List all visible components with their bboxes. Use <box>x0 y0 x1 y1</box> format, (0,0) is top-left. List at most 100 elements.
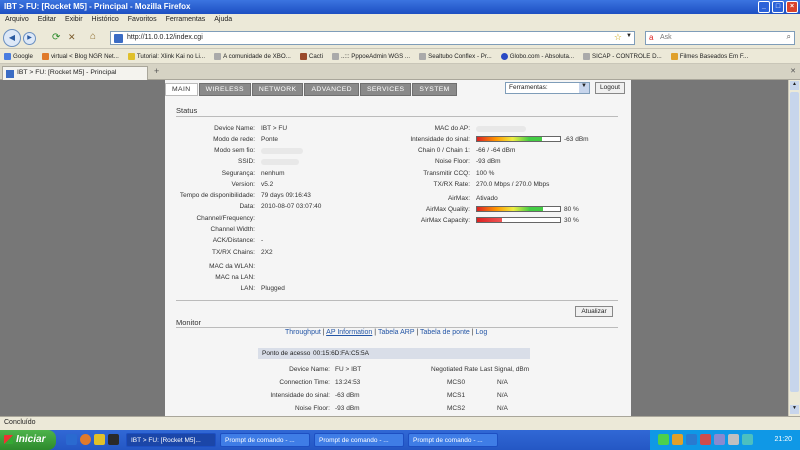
value-ccq: 100 % <box>476 170 495 177</box>
vertical-scrollbar[interactable]: ▲ ▼ <box>788 80 800 416</box>
menu-favoritos[interactable]: Favoritos <box>128 16 157 25</box>
redacted-value <box>261 148 303 154</box>
maximize-button[interactable]: □ <box>772 1 784 13</box>
label-signal: Intensidade do sinal: <box>410 136 470 143</box>
dropdown-icon[interactable]: ▼ <box>626 33 632 39</box>
firefox-quicklaunch-icon[interactable] <box>80 434 91 445</box>
label-chains: Chain 0 / Chain 1: <box>417 147 470 154</box>
scroll-thumb[interactable] <box>790 92 799 392</box>
tab-system[interactable]: SYSTEM <box>412 83 457 96</box>
reload-icon[interactable]: ⟳ <box>52 32 60 43</box>
menu-editar[interactable]: Editar <box>38 16 56 25</box>
tab-wireless[interactable]: WIRELESS <box>198 83 251 96</box>
logout-button[interactable]: Logout <box>595 82 625 94</box>
url-bar[interactable]: http://11.0.0.12/index.cgi ☆ ▼ <box>110 31 635 45</box>
bookmark-star-icon[interactable]: ☆ <box>614 32 622 43</box>
start-button[interactable]: Iniciar <box>0 430 56 450</box>
value-modo-rede: Ponte <box>261 136 278 143</box>
cmd-quicklaunch-icon[interactable] <box>108 434 119 445</box>
airmax-capacity-fill <box>477 218 502 222</box>
bookmark-tutorial[interactable]: Tutorial: Xlink Kai no Li... <box>127 52 205 60</box>
bookmark-filmes[interactable]: Filmes Baseados Em F... <box>670 52 748 60</box>
ie-quicklaunch-icon[interactable] <box>66 434 77 445</box>
taskbar-firefox[interactable]: IBT > FU: [Rocket M5]... <box>126 433 216 447</box>
rate-mcs1: MCS1 <box>447 392 466 399</box>
monitor-value-device-name: FU > IBT <box>335 366 362 373</box>
tab-close-icon[interactable]: ✕ <box>790 67 796 75</box>
value-lan: Plugged <box>261 285 285 292</box>
network-tray-icon[interactable] <box>658 434 669 445</box>
security-tray-icon[interactable] <box>728 434 739 445</box>
update-tray-icon[interactable] <box>742 434 753 445</box>
refresh-button[interactable]: Atualizar <box>575 306 613 317</box>
back-button[interactable]: ◀ <box>3 29 21 47</box>
monitor-label-device-name: Device Name: <box>289 366 330 373</box>
folder-quicklaunch-icon[interactable] <box>94 434 105 445</box>
minimize-button[interactable]: _ <box>758 1 770 13</box>
ask-logo-icon: a <box>649 33 654 42</box>
value-data: 2010-08-07 03:07:40 <box>261 203 322 210</box>
tab-main[interactable]: MAIN <box>165 83 198 96</box>
bookmark-globo[interactable]: Globo.com - Absoluta... <box>500 52 574 60</box>
menu-ferramentas[interactable]: Ferramentas <box>166 16 206 25</box>
scroll-down-icon[interactable]: ▼ <box>790 405 799 414</box>
bookmark-pppoeadmin[interactable]: ..::: PppoeAdmin WGS ... <box>331 52 410 60</box>
tools-select[interactable]: Ferramentas: ▼ <box>505 82 590 94</box>
new-tab-button[interactable]: + <box>154 66 159 76</box>
forward-button[interactable]: ▶ <box>23 32 36 45</box>
search-icon[interactable]: ⌕ <box>787 32 791 42</box>
label-mac-wlan: MAC da WLAN: <box>209 263 255 270</box>
link-tabela-ponte[interactable]: Tabela de ponte <box>420 329 470 336</box>
menu-arquivo[interactable]: Arquivo <box>5 16 29 25</box>
airos-page: MAIN WIRELESS NETWORK ADVANCED SERVICES … <box>165 80 631 416</box>
menu-historico[interactable]: Histórico <box>92 16 119 25</box>
rate-mcs0: MCS0 <box>447 379 466 386</box>
status-bottom-divider <box>176 300 618 301</box>
antivirus-tray-icon[interactable] <box>700 434 711 445</box>
cacti-icon <box>299 52 307 60</box>
rate-mcs2-signal: N/A <box>497 405 508 412</box>
tab-advanced[interactable]: ADVANCED <box>304 83 359 96</box>
browser-tab-principal[interactable]: IBT > FU: [Rocket M5] - Principal <box>2 66 148 80</box>
taskbar-prompt-1[interactable]: Prompt de comando - ... <box>220 433 310 447</box>
tab-strip: IBT > FU: [Rocket M5] - Principal + ✕ <box>0 64 800 80</box>
status-text: Concluído <box>4 419 36 426</box>
globo-icon <box>500 52 508 60</box>
link-log[interactable]: Log <box>476 329 488 336</box>
link-ap-information[interactable]: AP Information <box>326 329 372 336</box>
tab-services[interactable]: SERVICES <box>359 83 412 96</box>
home-icon[interactable]: ⌂ <box>90 31 96 42</box>
bookmark-comunidade[interactable]: A comunidade de XBO... <box>214 52 291 60</box>
volume-tray-icon[interactable] <box>686 434 697 445</box>
stop-icon[interactable]: ✕ <box>68 32 76 43</box>
monitor-tray-icon[interactable] <box>714 434 725 445</box>
menu-ajuda[interactable]: Ajuda <box>214 16 232 25</box>
taskbar-prompt-3[interactable]: Prompt de comando - ... <box>408 433 498 447</box>
link-throughput[interactable]: Throughput <box>285 329 321 336</box>
folder-icon <box>670 52 678 60</box>
clock[interactable]: 21:20 <box>774 436 792 443</box>
value-txrx-rate: 270.0 Mbps / 270.0 Mbps <box>476 181 550 188</box>
label-ack-distance: ACK/Distance: <box>212 237 255 244</box>
window-title-bar[interactable]: IBT > FU: [Rocket M5] - Principal - Mozi… <box>0 0 800 14</box>
bookmark-sealtubo[interactable]: Sealtubo Conflex - Pr... <box>419 52 492 60</box>
link-tabela-arp[interactable]: Tabela ARP <box>378 329 414 336</box>
close-button[interactable]: × <box>786 1 798 13</box>
value-noise-floor: -93 dBm <box>476 158 501 165</box>
taskbar-prompt-2[interactable]: Prompt de comando - ... <box>314 433 404 447</box>
rate-mcs2: MCS2 <box>447 405 466 412</box>
bookmark-sicap[interactable]: SICAP - CONTROLE D... <box>583 52 662 60</box>
scroll-up-icon[interactable]: ▲ <box>790 81 799 90</box>
value-airmax-capacity: 30 % <box>564 217 579 224</box>
bookmark-cacti[interactable]: Cacti <box>299 52 323 60</box>
value-uptime: 79 days 09:16:43 <box>261 192 311 199</box>
shield-tray-icon[interactable] <box>672 434 683 445</box>
status-bar: Concluído <box>0 416 800 430</box>
tab-network[interactable]: NETWORK <box>251 83 304 96</box>
search-input[interactable]: a Ask ⌕ <box>645 31 795 45</box>
menu-exibir[interactable]: Exibir <box>65 16 83 25</box>
bookmark-google[interactable]: Google <box>4 52 33 60</box>
bookmark-virtual[interactable]: virtual < Blog NGR Net... <box>41 52 119 60</box>
value-ack-distance: - <box>261 237 264 244</box>
page-viewport: MAIN WIRELESS NETWORK ADVANCED SERVICES … <box>0 80 800 416</box>
